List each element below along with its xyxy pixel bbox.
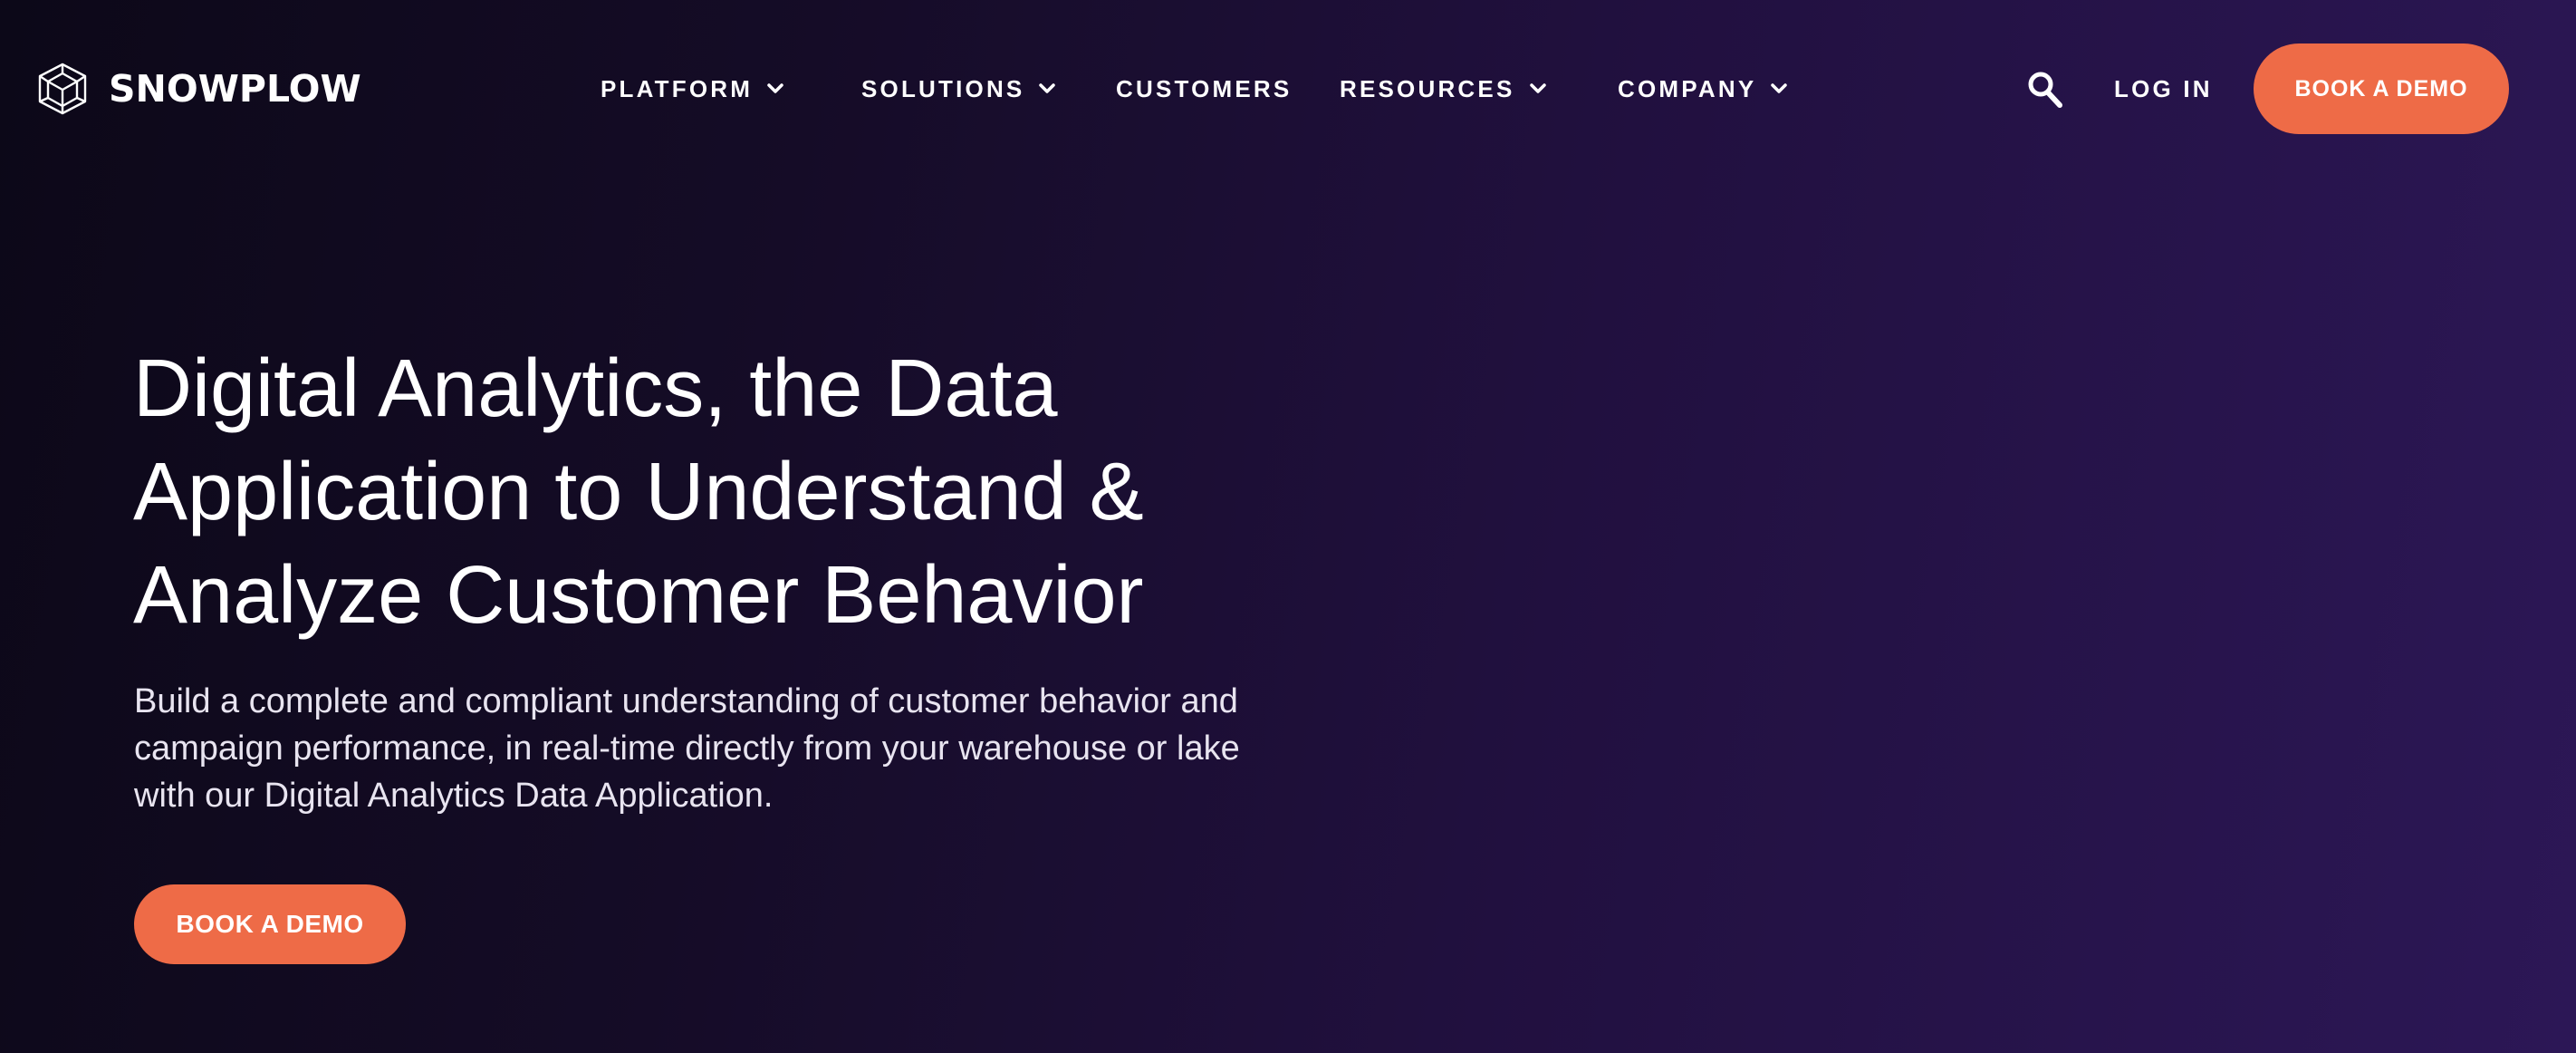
hero-title-line: Digital Analytics, the Data: [133, 343, 1058, 434]
search-icon: [2028, 72, 2062, 108]
hero-title: Digital Analytics, the Data Application t…: [133, 337, 1383, 647]
nav-item-label: PLATFORM: [601, 74, 754, 102]
nav-item-solutions[interactable]: SOLUTIONS: [861, 71, 1057, 107]
nav-item-label: SOLUTIONS: [861, 74, 1025, 102]
nav-item-customers[interactable]: CUSTOMERS: [1116, 71, 1292, 107]
login-link[interactable]: LOG IN: [2114, 71, 2213, 107]
brand-name: SNOWPLOW: [109, 67, 361, 111]
nav-item-platform[interactable]: PLATFORM: [601, 71, 785, 107]
site-header: SNOWPLOW PLATFORM SOLUTIONS CUSTOMERS RE…: [0, 0, 2576, 178]
nav-item-resources[interactable]: RESOURCES: [1340, 71, 1548, 107]
nav-item-company[interactable]: COMPANY: [1618, 71, 1789, 107]
nav-item-label: CUSTOMERS: [1116, 74, 1293, 102]
hero-title-line: Application to Understand &: [133, 447, 1144, 537]
book-demo-header-button[interactable]: BOOK A DEMO: [2254, 43, 2509, 134]
snowplow-logo[interactable]: SNOWPLOW: [34, 62, 361, 116]
hero-subtitle: Build a complete and compliant understan…: [134, 678, 1257, 819]
chevron-down-icon: [1529, 83, 1546, 93]
nav-item-label: COMPANY: [1618, 74, 1757, 102]
chevron-down-icon: [1039, 83, 1056, 93]
search-button[interactable]: [2027, 71, 2063, 109]
chevron-down-icon: [767, 83, 783, 93]
chevron-down-icon: [1771, 83, 1788, 93]
nav-item-label: RESOURCES: [1340, 74, 1515, 102]
hero-subtitle-line: with our Digital Analytics Data Applicat…: [134, 777, 774, 815]
hero-subtitle-line: campaign performance, in real-time direc…: [134, 729, 1240, 768]
hero-subtitle-line: Build a complete and compliant understan…: [134, 682, 1238, 720]
snowplow-logo-icon: [38, 63, 87, 115]
hero-title-line: Analyze Customer Behavior: [133, 550, 1144, 641]
book-demo-hero-button[interactable]: BOOK A DEMO: [134, 884, 406, 964]
